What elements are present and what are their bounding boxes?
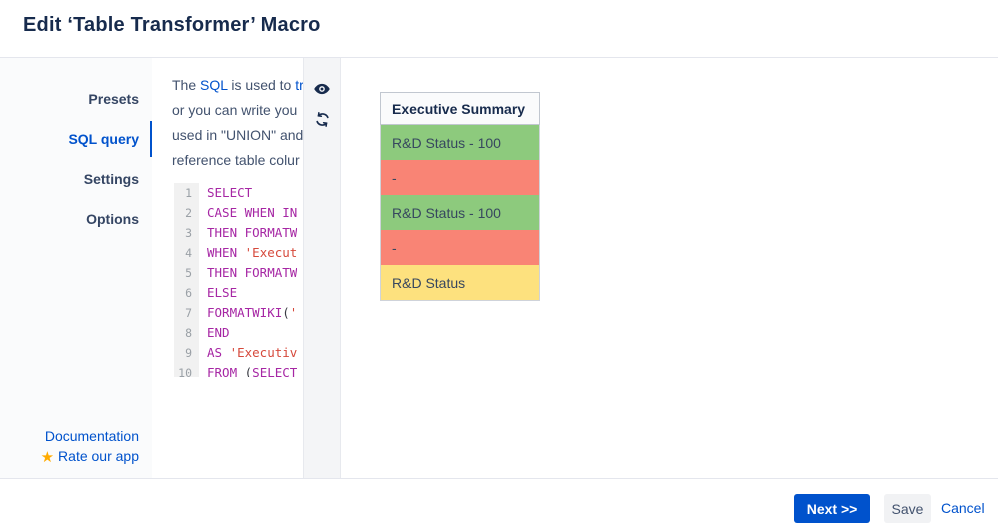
preview-area: Executive Summary R&D Status - 100-R&D S…	[341, 58, 998, 478]
sidebar-item-presets[interactable]: Presets	[0, 79, 152, 119]
description-line: reference table colur	[172, 148, 303, 173]
editor-line: 8END	[174, 323, 303, 343]
code-text: SELECT	[199, 183, 252, 203]
description-text: The	[172, 77, 200, 93]
line-number: 6	[174, 283, 199, 303]
sidebar-links: Documentation ★Rate our app	[0, 426, 152, 468]
page-title: Edit ‘Table Transformer’ Macro	[23, 14, 321, 37]
description-line: used in "UNION" and	[172, 123, 303, 148]
sidebar: Presets SQL query Settings Options Document…	[0, 58, 152, 478]
code-text: THEN FORMATW	[199, 223, 297, 243]
sidebar-item-label: Settings	[84, 171, 139, 187]
description-link[interactable]: tr	[295, 77, 303, 93]
eye-icon	[313, 80, 331, 98]
table-row: R&D Status - 100	[381, 195, 539, 230]
code-text: FORMATWIKI('	[199, 303, 297, 323]
sidebar-item-settings[interactable]: Settings	[0, 159, 152, 199]
preview-button[interactable]	[310, 77, 334, 101]
description-text: used in "UNION" and	[172, 127, 303, 143]
sidebar-item-label: Presets	[88, 91, 139, 107]
footer-divider	[0, 478, 998, 479]
sql-description: The SQL is used to tr or you can write yo…	[172, 73, 303, 173]
table-row: -	[381, 160, 539, 195]
editor-line: 5THEN FORMATW	[174, 263, 303, 283]
code-text: AS 'Executiv	[199, 343, 297, 363]
line-number: 4	[174, 243, 199, 263]
sidebar-item-label: SQL query	[68, 131, 139, 147]
line-number: 1	[174, 183, 199, 203]
line-number: 3	[174, 223, 199, 243]
editor-line: 6ELSE	[174, 283, 303, 303]
sidebar-item-options[interactable]: Options	[0, 199, 152, 239]
editor-line: 7FORMATWIKI('	[174, 303, 303, 323]
code-text: THEN FORMATW	[199, 263, 297, 283]
sql-query-panel: The SQL is used to tr or you can write yo…	[152, 58, 303, 478]
description-text: is used to	[228, 77, 296, 93]
code-text: FROM (SELECT	[199, 363, 297, 377]
table-header-cell: Executive Summary	[380, 92, 540, 125]
star-icon: ★	[41, 449, 54, 466]
cell-text: R&D Status	[392, 275, 465, 291]
editor-line: 9AS 'Executiv	[174, 343, 303, 363]
next-button[interactable]: Next >>	[794, 494, 870, 523]
refresh-button[interactable]	[310, 107, 334, 131]
sidebar-nav: Presets SQL query Settings Options	[0, 79, 152, 239]
editor-line: 1SELECT	[174, 183, 303, 203]
editor-line: 4WHEN 'Execut	[174, 243, 303, 263]
description-text: reference table colur	[172, 152, 300, 168]
line-number: 10	[174, 363, 199, 377]
cell-text: -	[392, 240, 397, 256]
line-number: 5	[174, 263, 199, 283]
line-number: 8	[174, 323, 199, 343]
link-documentation[interactable]: Documentation	[0, 426, 139, 446]
refresh-icon	[314, 111, 331, 128]
sidebar-item-sql-query[interactable]: SQL query	[0, 119, 152, 159]
cell-text: -	[392, 170, 397, 186]
table-row: -	[381, 230, 539, 265]
editor-line: 10FROM (SELECT	[174, 363, 303, 377]
sql-editor[interactable]: 1SELECT2CASE WHEN IN3THEN FORMATW4WHEN '…	[174, 183, 303, 377]
description-line: or you can write you	[172, 98, 303, 123]
preview-table: Executive Summary R&D Status - 100-R&D S…	[380, 92, 540, 301]
link-label: Rate our app	[58, 448, 139, 464]
cancel-link[interactable]: Cancel	[941, 494, 985, 523]
cell-text: R&D Status - 100	[392, 205, 501, 221]
description-line: The SQL is used to tr	[172, 73, 303, 98]
code-text: END	[199, 323, 230, 343]
description-link[interactable]: SQL	[200, 77, 228, 93]
code-text: CASE WHEN IN	[199, 203, 297, 223]
editor-line: 2CASE WHEN IN	[174, 203, 303, 223]
link-rate-our-app[interactable]: ★Rate our app	[0, 446, 139, 468]
line-number: 9	[174, 343, 199, 363]
save-button[interactable]: Save	[884, 494, 931, 523]
description-text: or you can write you	[172, 102, 297, 118]
cell-text: R&D Status - 100	[392, 135, 501, 151]
link-label: Documentation	[45, 428, 139, 444]
editor-line: 3THEN FORMATW	[174, 223, 303, 243]
preview-toolbar	[303, 58, 341, 478]
table-row: R&D Status - 100	[381, 125, 539, 160]
line-number: 2	[174, 203, 199, 223]
code-text: ELSE	[199, 283, 237, 303]
code-text: WHEN 'Execut	[199, 243, 297, 263]
sidebar-item-label: Options	[86, 211, 139, 227]
line-number: 7	[174, 303, 199, 323]
preview-table-rows: R&D Status - 100 - R&D Status - 100 - R&D St…	[380, 125, 540, 301]
table-row: R&D Status	[381, 265, 539, 300]
